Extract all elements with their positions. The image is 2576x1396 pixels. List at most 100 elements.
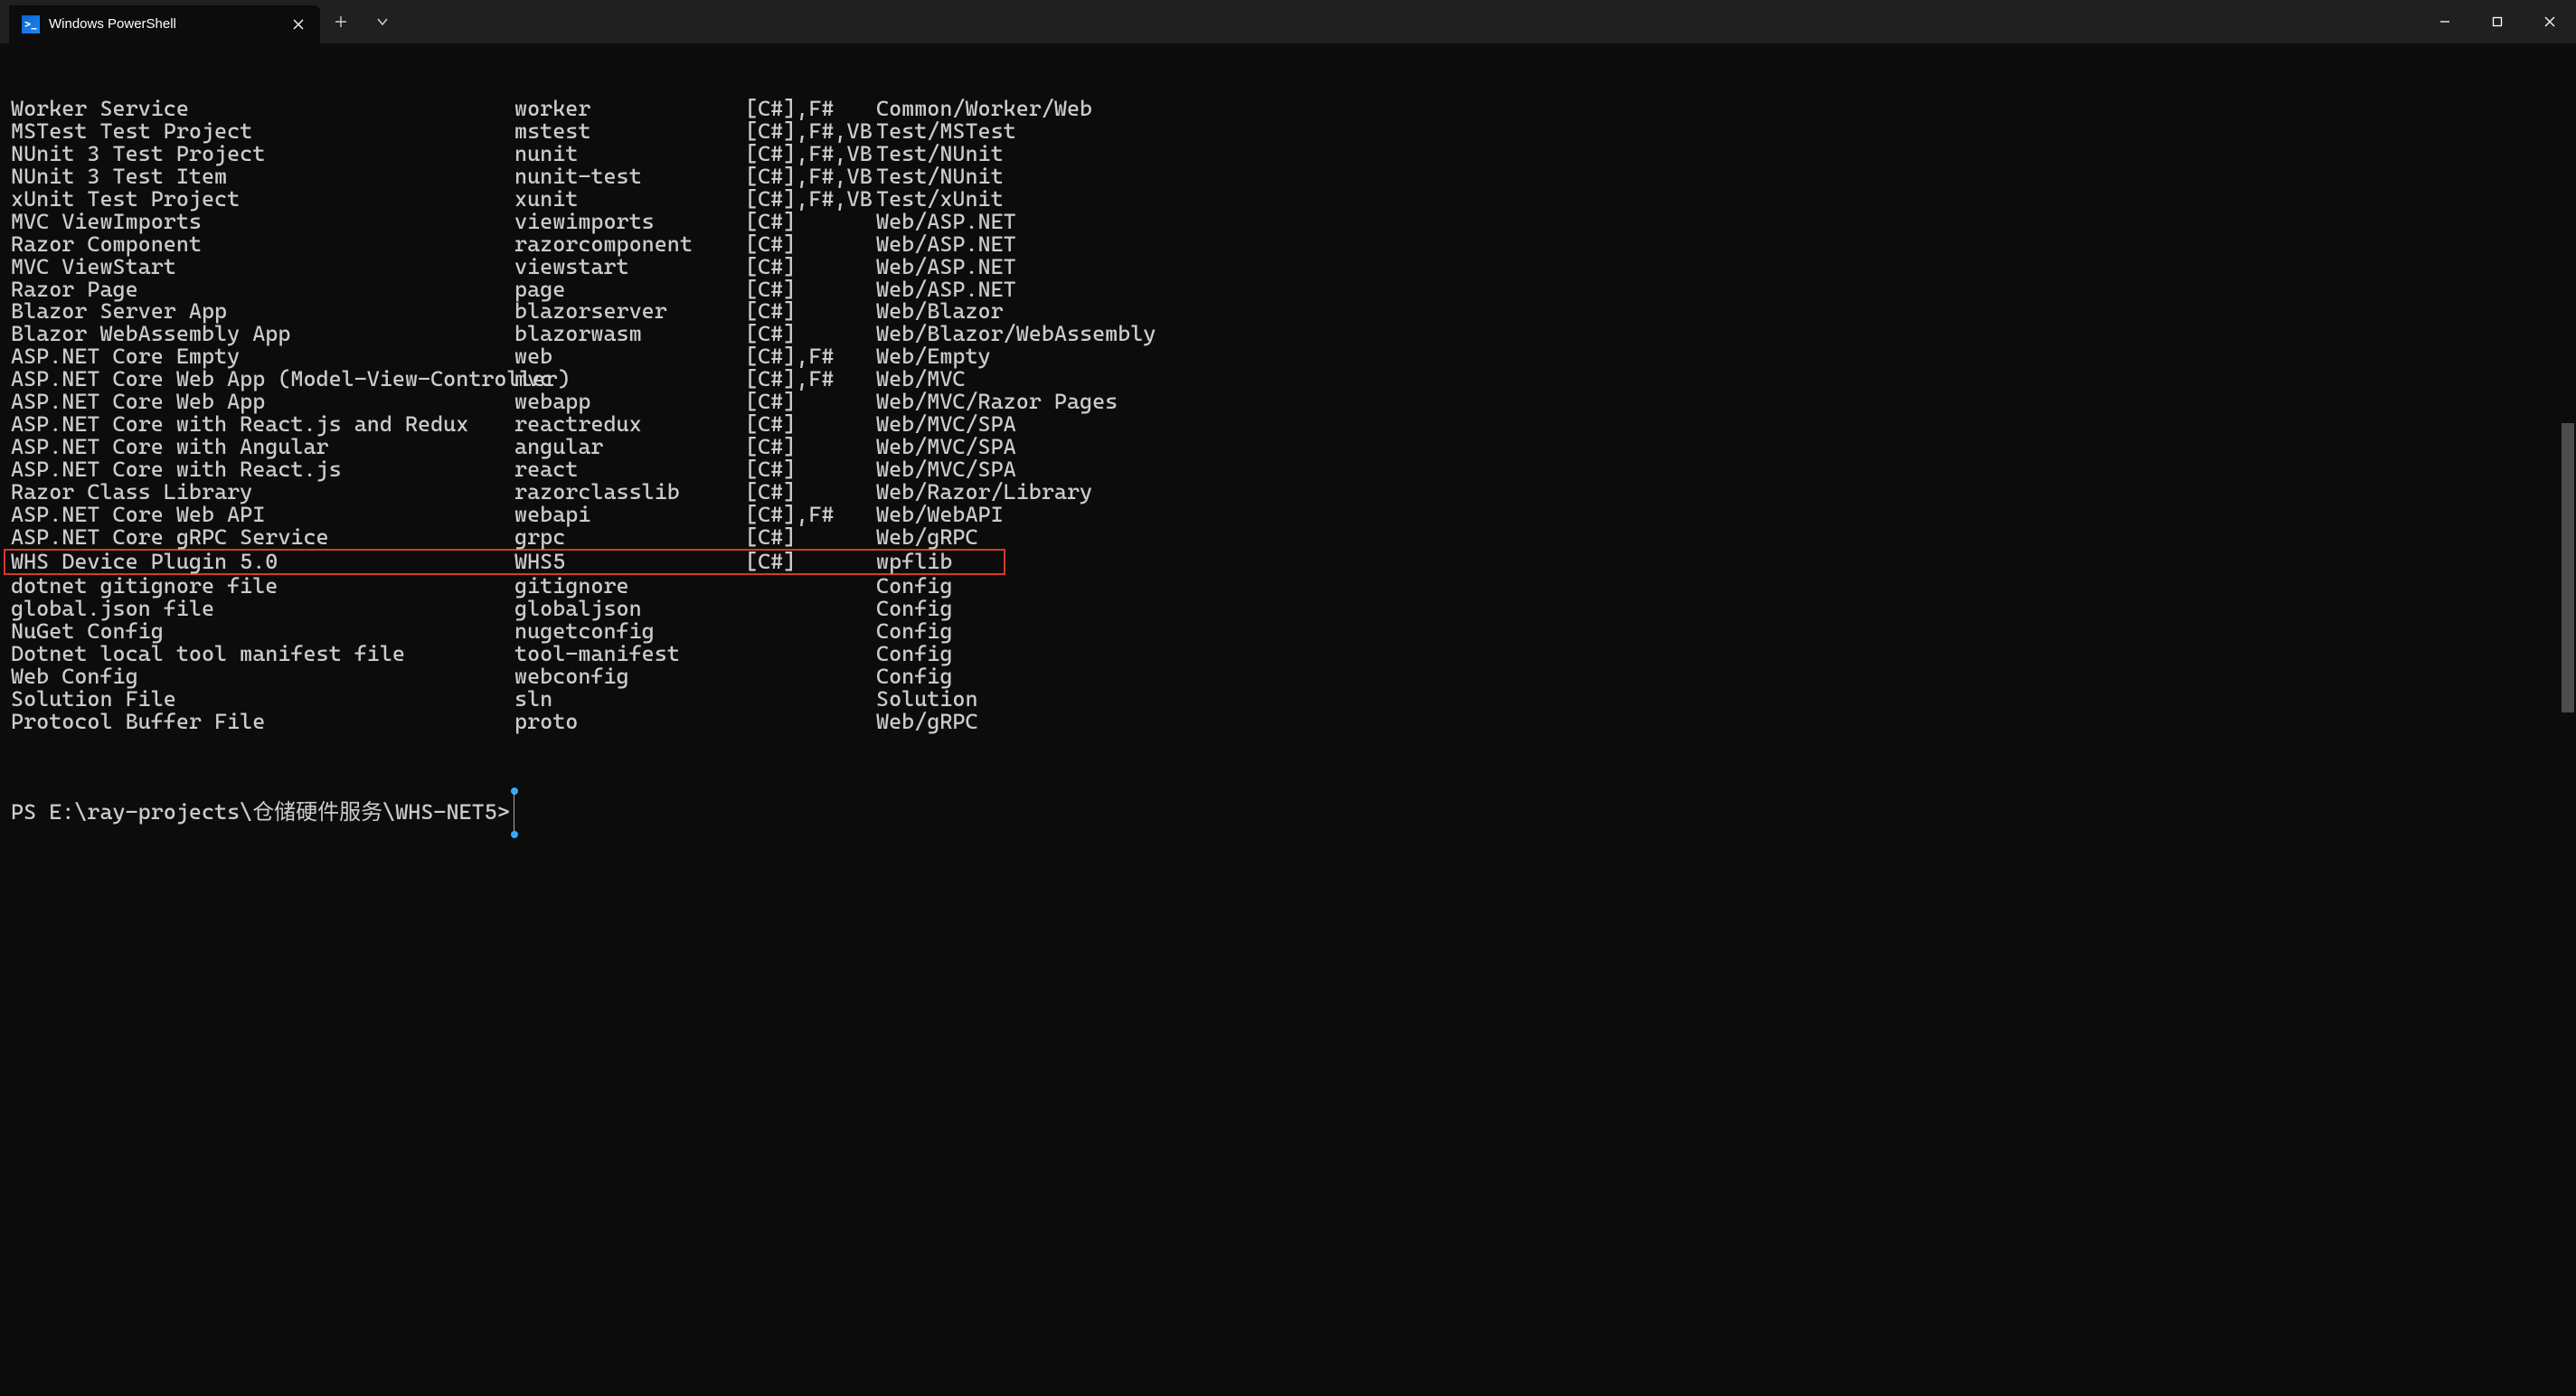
template-name: ASP.NET Core gRPC Service — [11, 526, 514, 549]
template-language: [C#] — [745, 300, 876, 323]
template-name: xUnit Test Project — [11, 188, 514, 211]
template-tags: Solution — [876, 688, 2565, 711]
tab-powershell[interactable]: >_ Windows PowerShell — [9, 5, 320, 43]
template-shortname: xunit — [514, 188, 745, 211]
template-tags: wpflib — [876, 551, 1004, 573]
template-tags: Config — [876, 643, 2565, 665]
close-tab-button[interactable] — [286, 12, 311, 37]
prompt-text: PS E:\ray-projects\仓储硬件服务\WHS-NET5> — [11, 801, 510, 824]
template-tags: Web/gRPC — [876, 711, 2565, 733]
template-tags: Web/Razor/Library — [876, 481, 2565, 504]
template-row: Dotnet local tool manifest filetool-mani… — [11, 643, 2565, 665]
template-tags: Test/NUnit — [876, 143, 2565, 165]
template-row: ASP.NET Core with React.js and Reduxreac… — [11, 413, 2565, 436]
template-shortname: grpc — [514, 526, 745, 549]
template-language — [745, 620, 876, 643]
template-row: xUnit Test Projectxunit[C#],F#,VBTest/xU… — [11, 188, 2565, 211]
template-language: [C#],F#,VB — [745, 188, 876, 211]
template-name: Blazor Server App — [11, 300, 514, 323]
template-language: [C#],F#,VB — [745, 120, 876, 143]
minimize-button[interactable] — [2419, 0, 2471, 43]
template-row: MVC ViewStartviewstart[C#]Web/ASP.NET — [11, 256, 2565, 278]
template-tags: Web/Blazor — [876, 300, 2565, 323]
template-shortname: reactredux — [514, 413, 745, 436]
template-name: Solution File — [11, 688, 514, 711]
template-name: Razor Class Library — [11, 481, 514, 504]
template-shortname: webapp — [514, 391, 745, 413]
template-row: Razor Componentrazorcomponent[C#]Web/ASP… — [11, 233, 2565, 256]
template-shortname: web — [514, 345, 745, 368]
template-language: [C#] — [745, 211, 876, 233]
template-language: [C#],F# — [745, 345, 876, 368]
template-row: NUnit 3 Test Projectnunit[C#],F#,VBTest/… — [11, 143, 2565, 165]
new-tab-button[interactable] — [320, 0, 362, 43]
template-language — [745, 688, 876, 711]
template-row: NuGet ConfignugetconfigConfig — [11, 620, 2565, 643]
template-row: Razor Pagepage[C#]Web/ASP.NET — [11, 278, 2565, 301]
template-name: ASP.NET Core with React.js — [11, 458, 514, 481]
template-language: [C#] — [745, 526, 876, 549]
template-row: dotnet gitignore filegitignore Config — [11, 575, 2565, 598]
template-name: ASP.NET Core with Angular — [11, 436, 514, 458]
maximize-button[interactable] — [2471, 0, 2524, 43]
template-shortname: gitignore — [514, 575, 745, 598]
template-language: [C#] — [745, 436, 876, 458]
template-name: WHS Device Plugin 5.0 — [11, 551, 514, 573]
scrollbar-thumb[interactable] — [2562, 423, 2574, 712]
template-language: [C#],F#,VB — [745, 165, 876, 188]
vertical-scrollbar[interactable] — [2562, 45, 2574, 1394]
template-shortname: webconfig — [514, 665, 745, 688]
template-row: Blazor Server Appblazorserver[C#]Web/Bla… — [11, 300, 2565, 323]
template-shortname: viewstart — [514, 256, 745, 278]
template-row: ASP.NET Core Web App (Model-View-Control… — [11, 368, 2565, 391]
template-shortname: page — [514, 278, 745, 301]
template-language — [745, 575, 876, 598]
template-tags: Web/gRPC — [876, 526, 2565, 549]
template-tags: Web/ASP.NET — [876, 233, 2565, 256]
window-controls — [2419, 0, 2576, 43]
template-tags: Web/ASP.NET — [876, 278, 2565, 301]
template-shortname: react — [514, 458, 745, 481]
template-shortname: nugetconfig — [514, 620, 745, 643]
close-window-button[interactable] — [2524, 0, 2576, 43]
template-language: [C#] — [745, 551, 876, 573]
template-name: NUnit 3 Test Project — [11, 143, 514, 165]
template-shortname: sln — [514, 688, 745, 711]
template-language: [C#] — [745, 481, 876, 504]
template-language: [C#] — [745, 413, 876, 436]
template-shortname: webapi — [514, 504, 745, 526]
template-name: ASP.NET Core Web App (Model-View-Control… — [11, 368, 514, 391]
template-name: Blazor WebAssembly App — [11, 323, 514, 345]
template-tags: Web/ASP.NET — [876, 211, 2565, 233]
template-shortname: mvc — [514, 368, 745, 391]
template-row: ASP.NET Core with React.jsreact[C#]Web/M… — [11, 458, 2565, 481]
template-language — [745, 643, 876, 665]
template-shortname: worker — [514, 98, 745, 120]
template-name: Web Config — [11, 665, 514, 688]
template-shortname: blazorserver — [514, 300, 745, 323]
template-name: NUnit 3 Test Item — [11, 165, 514, 188]
template-tags: Test/NUnit — [876, 165, 2565, 188]
template-language: [C#] — [745, 323, 876, 345]
template-tags: Web/Blazor/WebAssembly — [876, 323, 2565, 345]
template-row: Worker Serviceworker[C#],F#Common/Worker… — [11, 98, 2565, 120]
terminal-window: >_ Windows PowerShell — [0, 0, 2576, 1396]
template-row: ASP.NET Core gRPC Servicegrpc[C#]Web/gRP… — [11, 526, 2565, 549]
template-name: dotnet gitignore file — [11, 575, 514, 598]
template-tags: Web/MVC/Razor Pages — [876, 391, 2565, 413]
template-language — [745, 665, 876, 688]
template-row: Blazor WebAssembly Appblazorwasm[C#]Web/… — [11, 323, 2565, 345]
template-tags: Web/WebAPI — [876, 504, 2565, 526]
template-name: ASP.NET Core Empty — [11, 345, 514, 368]
terminal-output[interactable]: Worker Serviceworker[C#],F#Common/Worker… — [0, 43, 2576, 1396]
title-bar: >_ Windows PowerShell — [0, 0, 2576, 43]
template-name: global.json file — [11, 598, 514, 620]
template-language: [C#],F# — [745, 98, 876, 120]
template-language: [C#] — [745, 458, 876, 481]
template-tags: Config — [876, 620, 2565, 643]
template-name: ASP.NET Core Web API — [11, 504, 514, 526]
template-tags: Web/ASP.NET — [876, 256, 2565, 278]
tab-dropdown-button[interactable] — [362, 0, 403, 43]
template-language — [745, 711, 876, 733]
template-tags: Config — [876, 575, 2565, 598]
